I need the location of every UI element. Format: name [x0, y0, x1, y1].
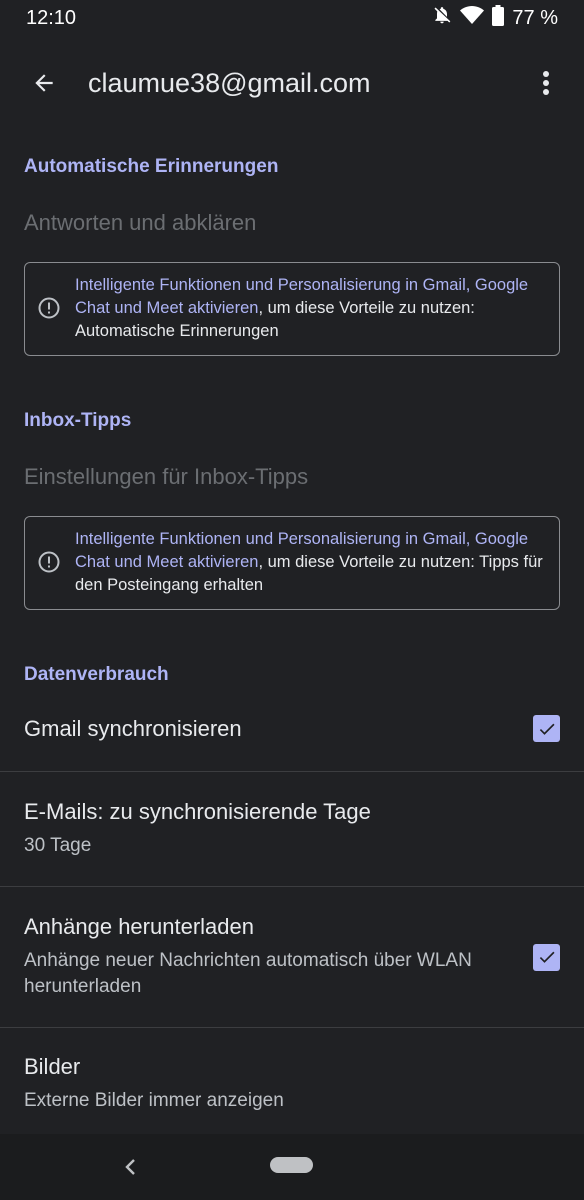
wifi-icon — [460, 5, 485, 31]
sync-gmail-label: Gmail synchronisieren — [24, 715, 242, 741]
system-nav-bar — [0, 1134, 584, 1200]
download-attachments-checkbox[interactable] — [533, 943, 560, 971]
images-label: Bilder — [24, 1054, 81, 1079]
status-time: 12:10 — [26, 6, 77, 29]
bell-off-icon — [432, 5, 452, 31]
more-vert-icon[interactable] — [530, 63, 562, 103]
section-header-inbox-tips: Inbox-Tipps — [24, 410, 132, 431]
info-icon — [37, 296, 63, 320]
app-bar: claumue38@gmail.com — [0, 36, 584, 130]
inbox-tips-smart-features-notice: Intelligente Funktionen und Personalisie… — [24, 516, 560, 610]
battery-icon — [492, 4, 505, 32]
sync-gmail-checkbox[interactable] — [533, 715, 560, 742]
sync-days-value: 30 Tage — [24, 835, 92, 856]
sync-gmail-row[interactable]: Gmail synchronisieren — [0, 686, 584, 772]
status-bar: 12:10 77 % — [0, 0, 584, 36]
section-header-reminders: Automatische Erinnerungen — [24, 156, 279, 177]
download-attachments-description: Anhänge neuer Nachrichten automatisch üb… — [24, 950, 472, 997]
nav-back-icon[interactable] — [118, 1152, 142, 1182]
back-arrow-icon[interactable] — [24, 63, 64, 103]
account-title: claumue38@gmail.com — [88, 67, 371, 98]
sync-days-row[interactable]: E-Mails: zu synchronisierende Tage 30 Ta… — [0, 772, 584, 887]
download-attachments-row[interactable]: Anhänge herunterladen Anhänge neuer Nach… — [0, 887, 584, 1028]
download-attachments-label: Anhänge herunterladen — [24, 914, 254, 939]
home-pill[interactable] — [270, 1157, 313, 1173]
images-value: Externe Bilder immer anzeigen — [24, 1090, 284, 1111]
battery-percent: 77 % — [512, 6, 558, 29]
images-row[interactable]: Bilder Externe Bilder immer anzeigen — [0, 1028, 584, 1140]
inbox-tips-item-disabled: Einstellungen für Inbox-Tipps — [24, 464, 309, 489]
checkbox-checked-icon — [539, 951, 554, 963]
section-header-data-usage: Datenverbrauch — [24, 664, 169, 685]
checkbox-checked-icon — [539, 723, 554, 735]
reminders-smart-features-notice: Intelligente Funktionen und Personalisie… — [24, 262, 560, 356]
sync-days-label: E-Mails: zu synchronisierende Tage — [24, 799, 371, 824]
reminders-item-disabled: Antworten und abklären — [24, 210, 257, 235]
info-icon — [37, 550, 63, 574]
